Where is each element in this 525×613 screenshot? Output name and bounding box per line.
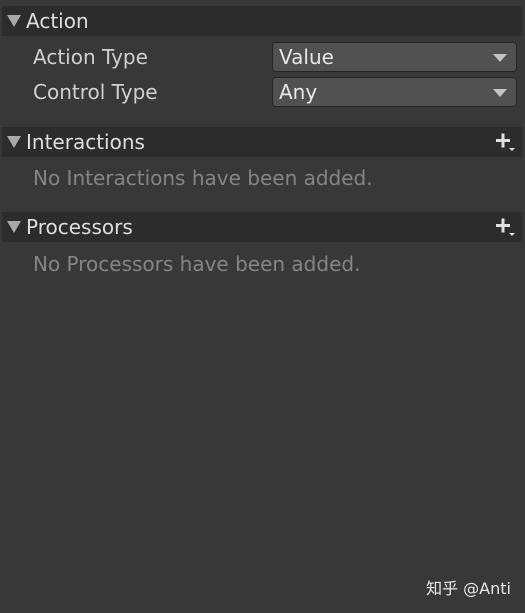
action-section-header[interactable]: Action xyxy=(2,6,522,36)
control-type-label: Control Type xyxy=(33,80,158,104)
foldout-arrow-icon[interactable] xyxy=(7,136,21,148)
processors-section-header[interactable]: Processors xyxy=(2,212,522,242)
processors-empty-text: No Processors have been added. xyxy=(33,252,361,276)
foldout-arrow-icon[interactable] xyxy=(7,221,21,233)
add-interaction-plus-icon[interactable] xyxy=(494,131,516,153)
action-type-label: Action Type xyxy=(33,45,148,69)
control-type-dropdown[interactable]: Any xyxy=(272,77,517,107)
interactions-section-header[interactable]: Interactions xyxy=(2,127,522,157)
action-type-dropdown[interactable]: Value xyxy=(272,42,517,72)
foldout-arrow-icon[interactable] xyxy=(7,15,21,27)
control-type-value: Any xyxy=(279,80,318,104)
interactions-empty-text: No Interactions have been added. xyxy=(33,166,373,190)
processors-section-title: Processors xyxy=(26,215,133,239)
dropdown-caret-icon xyxy=(493,54,507,62)
control-type-row: Control Type Any xyxy=(33,77,518,107)
dropdown-caret-icon xyxy=(493,89,507,97)
add-processor-plus-icon[interactable] xyxy=(494,216,516,238)
interactions-section-title: Interactions xyxy=(26,130,145,154)
action-type-row: Action Type Value xyxy=(33,42,518,72)
watermark-text: 知乎 @Anti xyxy=(426,579,511,598)
action-section-title: Action xyxy=(26,9,89,33)
action-properties-panel: Action Action Type Value Control Type An… xyxy=(0,0,525,613)
action-type-value: Value xyxy=(279,45,334,69)
